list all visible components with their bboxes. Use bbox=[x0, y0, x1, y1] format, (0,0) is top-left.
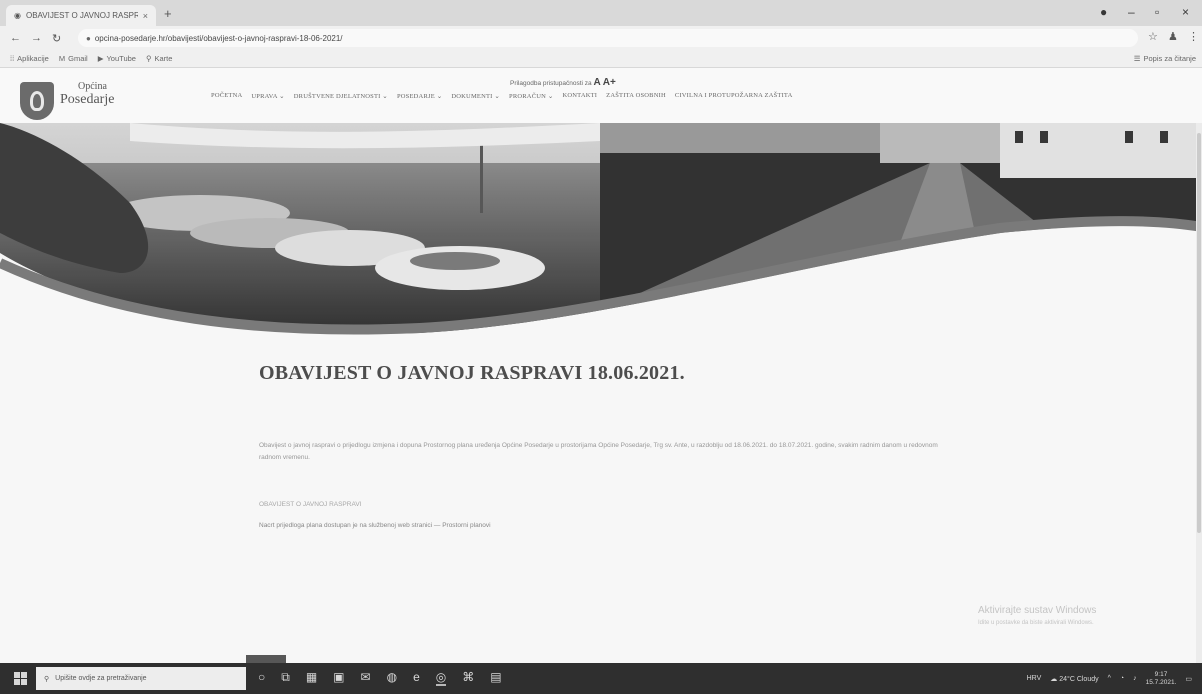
site-logo[interactable]: Općina Posedarje bbox=[60, 81, 114, 107]
taskbar-preview-tab bbox=[246, 655, 286, 663]
reading-list-icon: ☰ bbox=[1133, 54, 1141, 63]
hero-banner-image bbox=[0, 123, 1202, 338]
globe-icon: ◉ bbox=[14, 11, 21, 20]
chrome-icon[interactable]: ◎ bbox=[435, 670, 447, 686]
profile-icon[interactable]: ● bbox=[1100, 5, 1107, 19]
site-header: Općina Posedarje Prilagodba pristupačnos… bbox=[0, 68, 1202, 123]
windows-taskbar: ⚲ Upišite ovdje za pretraživanje ○ ⧉ ▦ ▣… bbox=[0, 663, 1202, 694]
font-size-toggle[interactable]: A A+ bbox=[593, 77, 615, 88]
new-tab-button[interactable]: + bbox=[164, 6, 172, 21]
calendar-app-icon[interactable]: ▦ bbox=[306, 670, 317, 686]
nav-item-pocetna[interactable]: POČETNA bbox=[211, 92, 242, 100]
wifi-icon[interactable]: ◔ bbox=[1120, 675, 1124, 682]
volume-icon[interactable]: ♪ bbox=[1133, 675, 1137, 682]
page-title: OBAVIJEST O JAVNOJ RASPRAVI 18.06.2021. bbox=[259, 362, 685, 384]
close-icon[interactable]: × bbox=[143, 11, 148, 21]
menu-icon[interactable]: ⋮ bbox=[1188, 30, 1199, 43]
edge-icon[interactable]: e bbox=[413, 670, 420, 686]
map-pin-icon: ⚲ bbox=[145, 54, 152, 63]
bookmark-apps[interactable]: ⁞⁞ Aplikacije bbox=[10, 54, 49, 63]
star-icon[interactable]: ☆ bbox=[1148, 30, 1158, 43]
harbor-photo bbox=[0, 123, 1202, 338]
address-url: opcina-posedarje.hr/obavijesti/obavijest… bbox=[94, 33, 343, 43]
store-icon[interactable]: ▣ bbox=[333, 670, 344, 686]
browser-tab-strip: ◉ OBAVIJEST O JAVNOJ RASPRAVI × + ● – ▫ … bbox=[0, 0, 1202, 26]
accessibility-note: Prilagodba pristupačnosti za A A+ bbox=[510, 77, 616, 88]
tray-lang-label[interactable]: HRV bbox=[1027, 675, 1042, 682]
youtube-icon: ▶ bbox=[97, 54, 104, 63]
photos-icon[interactable]: ▤ bbox=[490, 670, 501, 686]
chevron-up-icon[interactable]: ^ bbox=[1108, 675, 1111, 682]
reload-button[interactable]: ↻ bbox=[52, 32, 61, 45]
mail-icon[interactable]: ✉ bbox=[361, 670, 371, 686]
coat-of-arms-icon[interactable] bbox=[20, 82, 54, 120]
forward-button[interactable]: → bbox=[31, 32, 42, 44]
nav-item-kontakti[interactable]: KONTAKTI bbox=[563, 92, 598, 100]
reading-list[interactable]: ☰ Popis za čitanje bbox=[1134, 54, 1196, 63]
main-navigation: POČETNA UPRAVA ⌄ DRUŠTVENE DJELATNOSTI ⌄… bbox=[211, 92, 792, 100]
nav-item-civilna-zastita[interactable]: CIVILNA I PROTUPOŽARNA ZAŠTITA bbox=[675, 92, 793, 100]
taskbar-clock[interactable]: 9:17 15.7.2021. bbox=[1146, 671, 1177, 687]
system-tray: HRV ☁ 24°C Cloudy ^ ◔ ♪ 9:17 15.7.2021. … bbox=[1027, 663, 1202, 694]
browser-tab[interactable]: ◉ OBAVIJEST O JAVNOJ RASPRAVI × bbox=[6, 5, 156, 26]
nav-item-zastita-osobnih[interactable]: ZAŠTITA OSOBNIH bbox=[606, 92, 666, 100]
task-view-icon[interactable]: ⧉ bbox=[281, 670, 290, 686]
taskbar-search-input[interactable]: ⚲ Upišite ovdje za pretraživanje bbox=[36, 667, 246, 690]
document-note[interactable]: Nacrt prijedloga plana dostupan je na sl… bbox=[259, 522, 491, 529]
back-button[interactable]: ← bbox=[10, 32, 21, 44]
minimize-button[interactable]: – bbox=[1128, 5, 1135, 19]
notification-icon[interactable]: ▭ bbox=[1185, 675, 1192, 683]
nav-item-uprava[interactable]: UPRAVA ⌄ bbox=[251, 92, 284, 100]
lock-icon: ● bbox=[86, 33, 91, 43]
close-window-button[interactable]: × bbox=[1182, 5, 1189, 19]
cloud-icon: ☁ bbox=[1050, 675, 1058, 683]
screen: ◉ OBAVIJEST O JAVNOJ RASPRAVI × + ● – ▫ … bbox=[0, 0, 1202, 694]
weather-widget[interactable]: ☁ 24°C Cloudy bbox=[1050, 675, 1098, 683]
bookmark-youtube[interactable]: ▶ YouTube bbox=[98, 54, 136, 63]
cortana-icon[interactable]: ○ bbox=[258, 670, 265, 686]
page-scrollbar[interactable] bbox=[1196, 123, 1202, 663]
windows-start-icon[interactable] bbox=[14, 672, 27, 685]
address-bar[interactable]: ● opcina-posedarje.hr/obavijesti/obavije… bbox=[78, 29, 1138, 47]
apps-icon: ⁞⁞ bbox=[10, 54, 15, 63]
nav-item-dokumenti[interactable]: DOKUMENTI ⌄ bbox=[451, 92, 500, 100]
gmail-icon: M bbox=[58, 54, 66, 63]
bookmarks-bar: ⁞⁞ Aplikacije M Gmail ▶ YouTube ⚲ Karte ☰ Pop… bbox=[0, 50, 1202, 68]
scrollbar-thumb[interactable] bbox=[1197, 133, 1201, 533]
firefox-icon[interactable]: ◍ bbox=[387, 670, 397, 686]
bookmark-maps[interactable]: ⚲ Karte bbox=[146, 54, 172, 63]
nav-item-proracun[interactable]: PRORAČUN ⌄ bbox=[509, 92, 553, 100]
search-icon: ⚲ bbox=[44, 675, 50, 683]
tab-title: OBAVIJEST O JAVNOJ RASPRAVI bbox=[25, 11, 138, 20]
document-link[interactable]: OBAVIJEST O JAVNOJ RASPRAVI bbox=[259, 501, 361, 508]
article-body: Obavijest o javnoj raspravi o prijedlogu… bbox=[259, 442, 938, 462]
bookmark-gmail[interactable]: M Gmail bbox=[59, 54, 88, 63]
maximize-button[interactable]: ▫ bbox=[1155, 5, 1159, 19]
browser-toolbar: ← → ↻ ● opcina-posedarje.hr/obavijesti/o… bbox=[0, 26, 1202, 50]
network-app-icon[interactable]: ⌘ bbox=[462, 670, 474, 686]
nav-item-posedarje[interactable]: POSEDARJE ⌄ bbox=[397, 92, 442, 100]
account-icon[interactable]: ♟ bbox=[1168, 30, 1178, 43]
windows-activation-watermark: Aktivirajte sustav Windows Idite u posta… bbox=[978, 605, 1097, 626]
nav-item-drustvene-djelatnosti[interactable]: DRUŠTVENE DJELATNOSTI ⌄ bbox=[294, 92, 388, 100]
taskbar-apps: ○ ⧉ ▦ ▣ ✉ ◍ e ◎ ⌘ ▤ bbox=[258, 670, 502, 686]
